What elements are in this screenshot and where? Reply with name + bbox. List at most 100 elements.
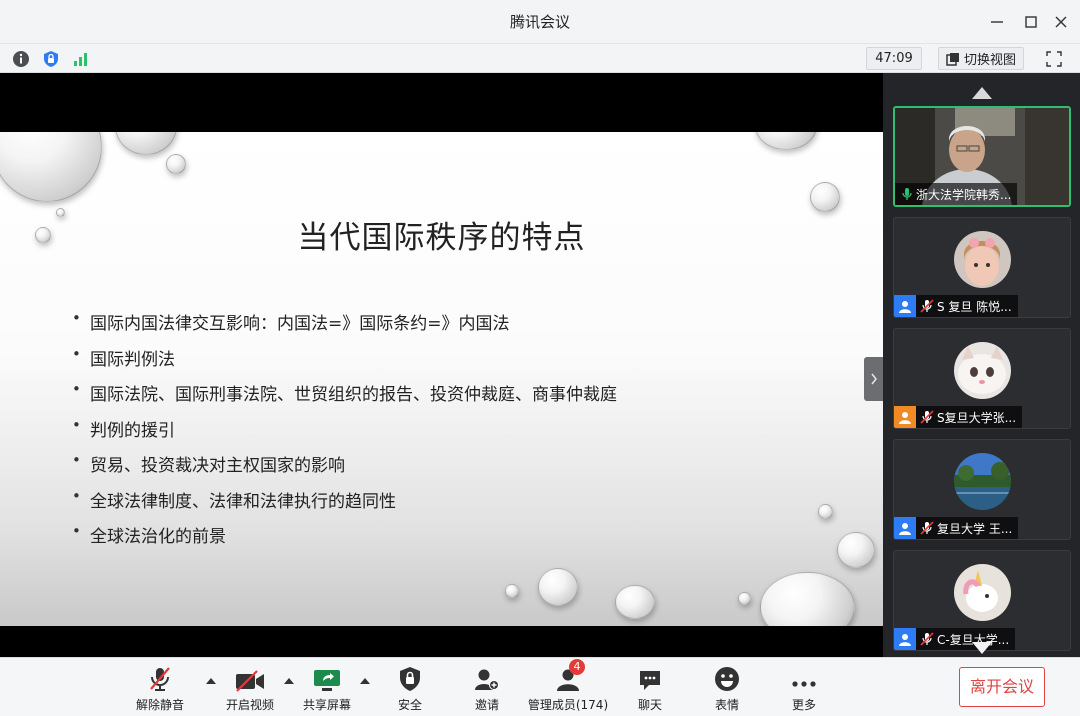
water-drop: [755, 132, 817, 150]
triangle-up-icon: [972, 87, 992, 99]
user-role-icon: [894, 628, 916, 650]
triangle-down-icon: [972, 642, 992, 654]
participant-name-tag: S复旦大学张...: [894, 406, 1023, 428]
security-button[interactable]: 安全: [375, 664, 445, 713]
participant-name-tag: S 复旦 陈悦...: [894, 295, 1018, 317]
slide-bullet: 全球法律制度、法律和法律执行的趋同性: [72, 487, 617, 523]
participant-name-tag: 复旦大学 王...: [894, 517, 1019, 539]
chevron-right-icon: [870, 373, 877, 385]
start-video-button[interactable]: 开启视频: [215, 664, 285, 713]
invite-label: 邀请: [474, 698, 499, 712]
participant-avatar: [954, 564, 1011, 621]
participant-name: 复旦大学 王...: [937, 521, 1013, 536]
chat-icon: [638, 664, 662, 692]
user-role-icon: [894, 295, 916, 317]
camera-off-icon: [235, 664, 265, 692]
switch-view-button[interactable]: 切换视图: [938, 47, 1024, 70]
microphone-on-icon: [902, 188, 912, 200]
members-icon: 4: [555, 659, 585, 692]
water-drop: [818, 504, 833, 519]
members-badge: 4: [569, 659, 585, 675]
participant-name-tag: 浙大法学院韩秀...: [895, 183, 1018, 205]
reactions-button[interactable]: 表情: [692, 664, 762, 713]
reactions-label: 表情: [714, 698, 739, 712]
slide-bullet: 国际法院、国际刑事法院、世贸组织的报告、投资仲裁庭、商事仲裁庭: [72, 380, 617, 416]
more-label: 更多: [791, 698, 816, 712]
manage-members-label: 管理成员(174): [527, 698, 609, 712]
scroll-up-button[interactable]: [972, 84, 992, 103]
water-drop: [166, 154, 186, 174]
microphone-muted-icon: [920, 521, 934, 535]
slide-bullet: 国际内国法律交互影响：内国法=》国际条约=》内国法: [72, 309, 617, 345]
close-icon: [1055, 16, 1067, 28]
layout-icon: [946, 52, 959, 66]
user-role-icon: [894, 406, 916, 428]
minimize-button[interactable]: [984, 10, 1010, 34]
slide-title: 当代国际秩序的特点: [297, 220, 586, 256]
water-drop: [615, 585, 655, 619]
participant-tile[interactable]: 复旦大学 王...: [893, 439, 1071, 540]
smiley-icon: [714, 664, 740, 692]
leave-meeting-button[interactable]: 离开会议: [959, 667, 1045, 707]
maximize-icon: [1025, 16, 1037, 28]
user-role-icon: [894, 517, 916, 539]
shared-screen: 当代国际秩序的特点 国际内国法律交互影响：内国法=》国际条约=》内国法 国际判例…: [0, 73, 883, 657]
water-drop: [738, 592, 751, 605]
meeting-timer: 47:09: [866, 47, 922, 70]
security-label: 安全: [397, 698, 422, 712]
start-video-label: 开启视频: [225, 698, 274, 712]
slide-bullet: 国际判例法: [72, 345, 617, 381]
slide-bullet: 贸易、投资裁决对主权国家的影响: [72, 451, 617, 487]
more-dots-icon: [791, 664, 817, 692]
microphone-muted-icon: [920, 299, 934, 313]
water-drop: [837, 532, 875, 568]
water-drop: [810, 182, 840, 212]
manage-members-button[interactable]: 4 管理成员(174): [527, 659, 609, 713]
info-icon[interactable]: [11, 49, 31, 69]
fullscreen-icon: [1046, 50, 1062, 67]
share-screen-label: 共享屏幕: [302, 698, 351, 712]
water-drop: [538, 568, 578, 606]
maximize-button[interactable]: [1018, 10, 1044, 34]
window-title: 腾讯会议: [509, 13, 570, 31]
participant-name: S 复旦 陈悦...: [937, 299, 1012, 314]
minimize-icon: [991, 21, 1003, 23]
participant-tile[interactable]: S 复旦 陈悦...: [893, 217, 1071, 318]
slide-bullet: 全球法治化的前景: [72, 522, 617, 558]
collapse-panel-button[interactable]: [864, 357, 883, 401]
water-drop: [760, 572, 855, 626]
microphone-muted-icon: [920, 632, 934, 646]
water-drop: [115, 132, 177, 155]
more-button[interactable]: 更多: [769, 664, 839, 713]
security-shield-icon[interactable]: [41, 49, 61, 69]
add-user-icon: [474, 664, 500, 692]
scroll-down-button[interactable]: [972, 639, 992, 658]
fullscreen-button[interactable]: [1040, 47, 1068, 70]
shield-icon: [399, 664, 421, 692]
participant-avatar: [954, 231, 1011, 288]
participant-avatar: [954, 342, 1011, 399]
participant-tile[interactable]: C-复旦大学...: [893, 550, 1071, 651]
water-drop: [0, 132, 102, 202]
participant-tile[interactable]: 浙大法学院韩秀...: [893, 106, 1071, 207]
unmute-label: 解除静音: [135, 698, 184, 712]
status-bar: 47:09 切换视图: [0, 44, 1080, 73]
share-screen-icon: [313, 664, 341, 692]
participant-name-tag: C-复旦大学...: [894, 628, 1016, 650]
signal-strength-icon[interactable]: [71, 49, 91, 69]
unmute-button[interactable]: 解除静音: [125, 664, 195, 713]
share-options-caret[interactable]: [360, 676, 370, 686]
slide-bullet-list: 国际内国法律交互影响：内国法=》国际条约=》内国法 国际判例法 国际法院、国际刑…: [72, 309, 617, 558]
title-bar: 腾讯会议: [0, 0, 1080, 44]
microphone-muted-icon: [148, 664, 172, 692]
caret-up-icon: [360, 678, 370, 684]
invite-button[interactable]: 邀请: [452, 664, 522, 713]
participant-name: S复旦大学张...: [937, 410, 1017, 425]
switch-view-label: 切换视图: [963, 53, 1016, 68]
share-screen-button[interactable]: 共享屏幕: [292, 664, 362, 713]
chat-button[interactable]: 聊天: [615, 664, 685, 713]
close-button[interactable]: [1048, 10, 1074, 34]
participant-tile[interactable]: S复旦大学张...: [893, 328, 1071, 429]
water-drop: [505, 584, 519, 598]
participant-name: 浙大法学院韩秀...: [916, 187, 1012, 202]
